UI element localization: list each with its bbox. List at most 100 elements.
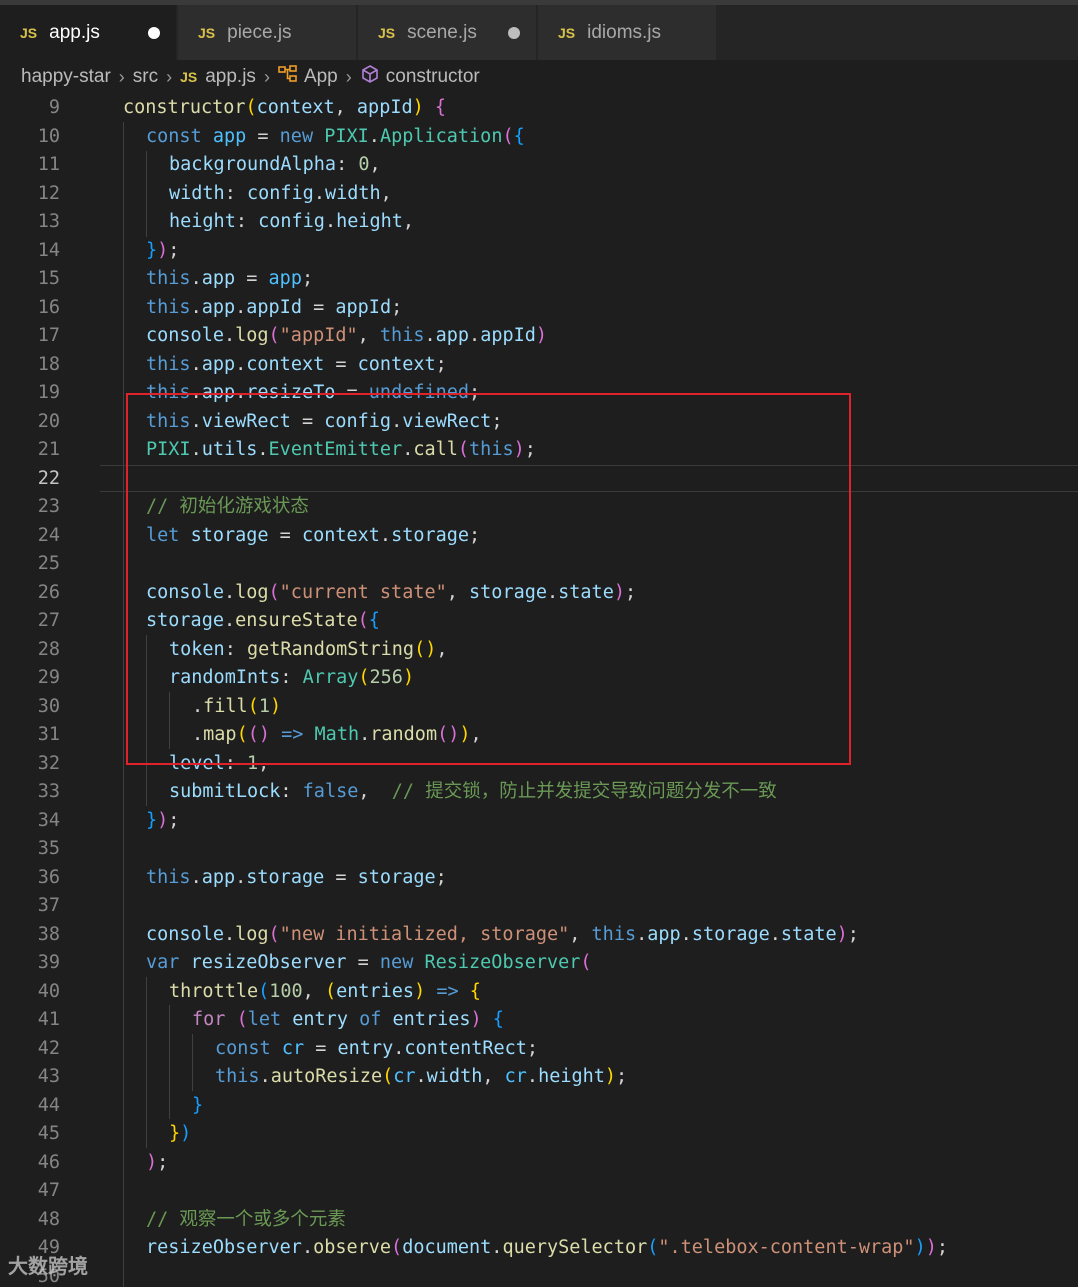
- code-token: .: [636, 923, 648, 945]
- code-token: app: [268, 268, 302, 289]
- code-line[interactable]: 42 const cr = entry.contentRect;: [0, 1035, 1078, 1064]
- code-text: resizeObserver.observe(document.querySel…: [146, 1234, 948, 1263]
- breadcrumb-file[interactable]: app.js: [205, 66, 256, 88]
- annotation-highlight-box: [126, 393, 851, 765]
- tab-label: idioms.js: [587, 21, 662, 43]
- code-line[interactable]: 47: [0, 1177, 1078, 1206]
- code-line[interactable]: 45}): [0, 1120, 1078, 1149]
- code-token: app: [201, 866, 236, 888]
- chevron-right-icon: ›: [166, 66, 173, 87]
- code-token: config: [246, 182, 314, 204]
- code-text: }): [169, 1120, 191, 1149]
- code-token: .: [190, 268, 202, 289]
- code-token: ,: [357, 325, 380, 346]
- code-line[interactable]: 41 for (let entry of entries) {: [0, 1006, 1078, 1035]
- tab-piece-js[interactable]: JS piece.js: [178, 5, 356, 60]
- code-token: ): [535, 325, 548, 346]
- code-line[interactable]: 48 // 观察一个或多个元素: [0, 1206, 1078, 1235]
- code-line[interactable]: 15 this.app = app;: [0, 265, 1078, 294]
- code-token: ,: [369, 154, 381, 175]
- code-text: console.log("appId", this.app.appId): [146, 322, 547, 351]
- code-token: .: [368, 125, 380, 147]
- code-text: this.app.storage = storage;: [146, 864, 447, 893]
- code-token: cr: [281, 1037, 305, 1059]
- code-token: log: [235, 923, 269, 945]
- code-token: height: [169, 211, 236, 232]
- code-token: .: [393, 1037, 405, 1059]
- code-token: (: [268, 923, 280, 945]
- code-token: .: [190, 353, 202, 375]
- code-token: querySelector: [502, 1237, 648, 1258]
- code-token: "appId": [279, 325, 358, 346]
- code-line[interactable]: 50: [0, 1263, 1078, 1287]
- breadcrumb-class[interactable]: App: [304, 66, 338, 88]
- code-line[interactable]: 36 this.app.storage = storage;: [0, 864, 1078, 893]
- unsaved-dot-icon[interactable]: [148, 27, 160, 39]
- code-line[interactable]: 44}: [0, 1092, 1078, 1121]
- code-line[interactable]: 37: [0, 892, 1078, 921]
- tab-scene-js[interactable]: JS scene.js: [358, 5, 536, 60]
- line-number: 44: [37, 1094, 60, 1116]
- code-token: new: [279, 125, 325, 147]
- line-number: 12: [37, 182, 60, 204]
- code-token: }: [146, 809, 158, 831]
- code-token: 0: [358, 154, 370, 175]
- code-text: constructor(context, appId) {: [123, 94, 446, 123]
- watermark-logo: 大数跨境: [8, 1250, 88, 1279]
- line-number: 40: [37, 980, 60, 1002]
- breadcrumb-folder[interactable]: src: [133, 66, 158, 88]
- line-number: 42: [37, 1037, 60, 1059]
- code-token: console: [146, 923, 224, 945]
- code-line[interactable]: 18 this.app.context = context;: [0, 351, 1078, 380]
- breadcrumb-project[interactable]: happy-star: [21, 66, 111, 88]
- code-token: entry: [337, 1037, 394, 1059]
- code-line[interactable]: 43 this.autoResize(cr.width, cr.height);: [0, 1063, 1078, 1092]
- code-line[interactable]: 33 submitLock: false, // 提交锁，防止并发提交导致问题分发…: [0, 778, 1078, 807]
- code-line[interactable]: 34});: [0, 807, 1078, 836]
- code-token: :: [280, 781, 303, 802]
- code-token: ;: [435, 866, 447, 888]
- code-line[interactable]: 11 backgroundAlpha: 0,: [0, 151, 1078, 180]
- line-number: 33: [37, 781, 60, 802]
- breadcrumb-member[interactable]: constructor: [386, 66, 480, 88]
- code-token: appId: [480, 325, 536, 346]
- code-token: this: [146, 866, 191, 888]
- code-token: .: [235, 866, 247, 888]
- code-token: ;: [435, 353, 447, 375]
- code-token: appId: [356, 97, 413, 118]
- code-line[interactable]: 14});: [0, 237, 1078, 266]
- code-token: .: [526, 1066, 539, 1087]
- js-file-icon: JS: [378, 24, 396, 41]
- code-line[interactable]: 38 console.log("new initialized, storage"…: [0, 921, 1078, 950]
- line-number: 35: [37, 838, 60, 859]
- code-line[interactable]: 46);: [0, 1149, 1078, 1178]
- code-text: // 观察一个或多个元素: [146, 1206, 346, 1235]
- code-line[interactable]: 12 width: config.width,: [0, 180, 1078, 209]
- code-token: ): [412, 97, 424, 118]
- code-line[interactable]: 39 var resizeObserver = new ResizeObserve…: [0, 949, 1078, 978]
- code-text: this.app = app;: [146, 265, 313, 294]
- code-line[interactable]: 35: [0, 835, 1078, 864]
- line-number: 17: [37, 325, 60, 346]
- code-token: =: [235, 268, 269, 289]
- code-token: ): [414, 980, 426, 1002]
- code-line[interactable]: 40 throttle(100, (entries) => {: [0, 978, 1078, 1007]
- code-line[interactable]: 17 console.log("appId", this.app.appId): [0, 322, 1078, 351]
- code-line[interactable]: 10 const app = new PIXI.Application({: [0, 123, 1078, 152]
- code-line[interactable]: 16 this.app.appId = appId;: [0, 294, 1078, 323]
- code-token: ,: [569, 923, 592, 945]
- code-token: .: [491, 1237, 503, 1258]
- code-token: (: [391, 1237, 403, 1258]
- code-token: ): [157, 809, 169, 831]
- code-line[interactable]: 9 constructor(context, appId) {: [0, 94, 1078, 123]
- code-token: .: [324, 211, 337, 232]
- code-line[interactable]: 13 height: config.height,: [0, 208, 1078, 237]
- unsaved-dot-icon[interactable]: [508, 27, 520, 39]
- tab-app-js[interactable]: JS app.js: [0, 5, 176, 60]
- tab-idioms-js[interactable]: JS idioms.js: [538, 5, 716, 60]
- code-text: const app = new PIXI.Application({: [146, 123, 525, 152]
- code-line[interactable]: 49 resizeObserver.observe(document.queryS…: [0, 1234, 1078, 1263]
- line-number: 46: [37, 1151, 60, 1173]
- method-cube-icon: [360, 64, 380, 90]
